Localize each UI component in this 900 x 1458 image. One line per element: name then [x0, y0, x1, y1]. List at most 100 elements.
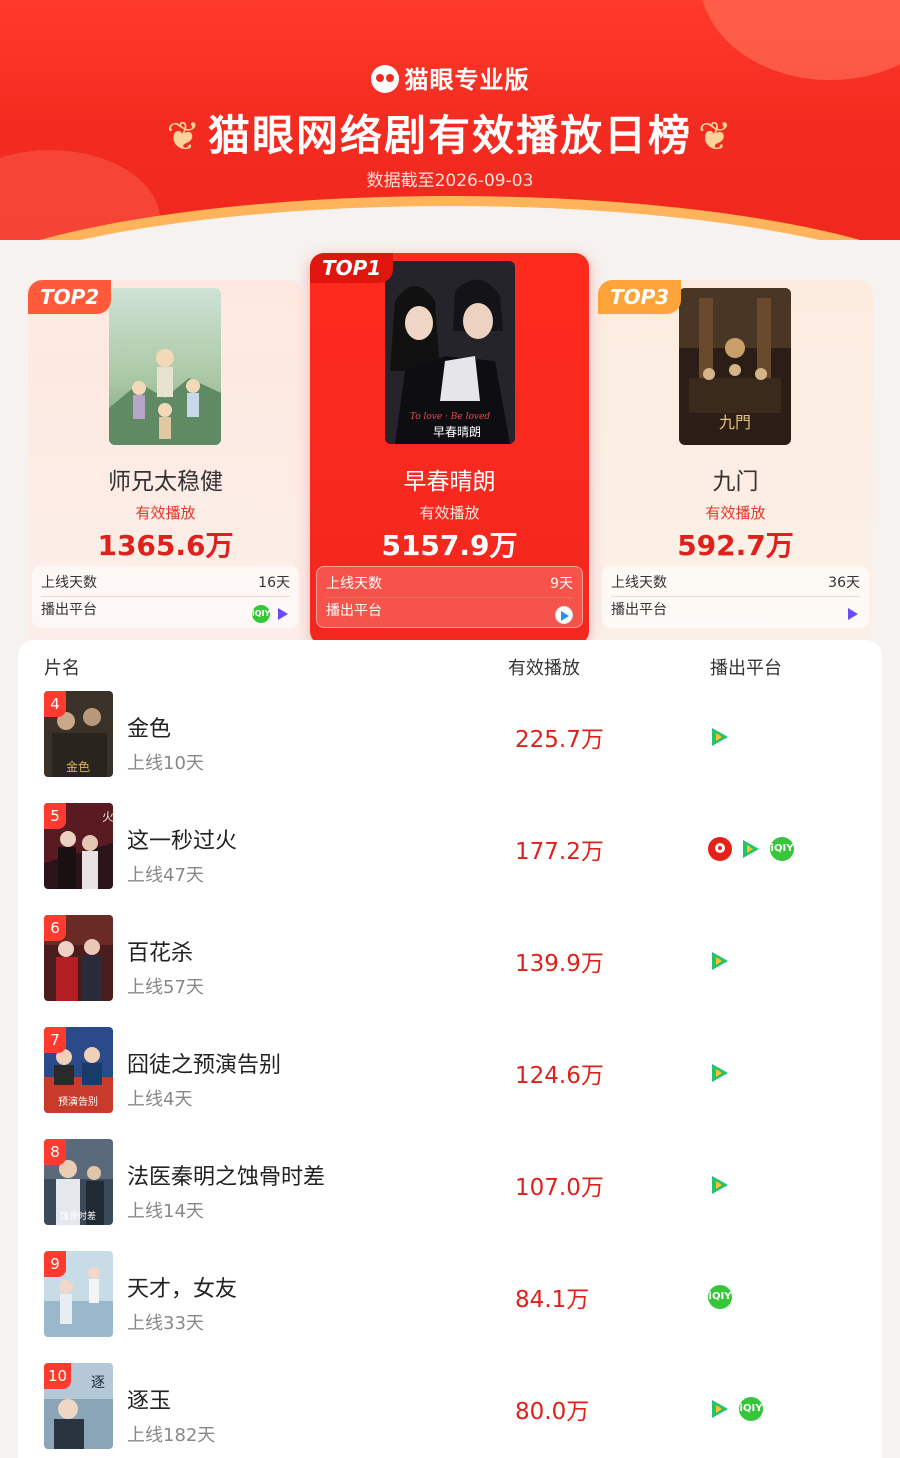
- platform-row: 播出平台 iQIY: [41, 596, 290, 623]
- svg-text:金色: 金色: [66, 759, 90, 774]
- list-item[interactable]: 预演告别 7 囧徒之预演告别 上线4天 124.6万: [18, 1027, 882, 1139]
- play-label: 有效播放: [705, 504, 766, 522]
- list-item[interactable]: 金色 4 金色 上线10天 225.7万: [18, 691, 882, 803]
- brand: 猫眼专业版: [0, 60, 900, 95]
- youku-icon: [555, 606, 573, 624]
- iqiyi-icon: iQIY: [252, 605, 270, 623]
- days-value: 16天: [258, 575, 290, 591]
- poster-image: To love · Be loved 早春晴朗: [385, 261, 515, 444]
- platform-label: 播出平台: [326, 603, 382, 619]
- drama-title: 囧徒之预演告别: [127, 1053, 282, 1078]
- rank-badge: 6: [44, 915, 66, 941]
- top2-card[interactable]: TOP2 师兄太稳健 有效播放 1365.6万 上线天数 16天 播出平台 iQ…: [28, 280, 303, 645]
- info-box: 上线天数 9天 播出平台: [316, 566, 583, 628]
- platform-icons: [549, 602, 573, 624]
- svg-text:蚀骨时差: 蚀骨时差: [60, 1210, 96, 1222]
- drama-title: 百花杀: [127, 941, 194, 966]
- brand-name: 猫眼专业版: [404, 66, 530, 94]
- platform-icons: [708, 1173, 739, 1197]
- iqiyi-icon: iQIY: [708, 1285, 732, 1309]
- days-label: 上线天数: [326, 576, 382, 592]
- mango-tv-icon: [846, 606, 860, 622]
- platform-label: 播出平台: [611, 602, 667, 618]
- days-value: 36天: [828, 575, 860, 591]
- platform-icons: iQIY: [246, 601, 290, 623]
- platform-icons: [708, 1061, 739, 1085]
- svg-text:九門: 九門: [719, 413, 751, 432]
- days-online: 上线57天: [127, 977, 204, 998]
- laurel-left-icon: ❦: [166, 114, 202, 160]
- platform-label: 播出平台: [41, 602, 97, 618]
- platform-icons: iQIY: [708, 837, 801, 861]
- rank-badge: 9: [44, 1251, 66, 1277]
- svg-text:逐: 逐: [91, 1375, 105, 1391]
- days-online: 上线14天: [127, 1201, 204, 1222]
- top1-card[interactable]: To love · Be loved 早春晴朗 TOP1 早春晴朗 有效播放 5…: [310, 253, 589, 645]
- days-row: 上线天数 9天: [326, 571, 573, 597]
- platform-icons: [840, 601, 860, 622]
- poster-image: [109, 288, 221, 445]
- header-platform: 播出平台: [710, 658, 782, 679]
- days-value: 9天: [550, 576, 573, 592]
- youku-icon: [708, 837, 732, 861]
- play-value: 124.6万: [515, 1063, 604, 1089]
- tencent-video-icon: [708, 949, 732, 973]
- days-online: 上线182天: [127, 1425, 216, 1446]
- days-online: 上线47天: [127, 865, 204, 886]
- svg-text:火: 火: [102, 810, 113, 824]
- rank-badge: 7: [44, 1027, 66, 1053]
- days-label: 上线天数: [611, 575, 667, 591]
- rank-tag: TOP2: [28, 280, 112, 314]
- days-row: 上线天数 36天: [611, 570, 860, 596]
- list-item[interactable]: 火 5 这一秒过火 上线47天 177.2万 iQIY: [18, 803, 882, 915]
- iqiyi-icon: iQIY: [739, 1397, 763, 1421]
- drama-title: 金色: [127, 717, 172, 742]
- tencent-video-icon: [708, 1061, 732, 1085]
- header-play: 有效播放: [508, 658, 580, 679]
- header-banner: 猫眼专业版 ❦ 猫眼网络剧有效播放日榜 ❦ 数据截至2026-09-03: [0, 0, 900, 240]
- header-name: 片名: [44, 658, 80, 679]
- top3-card[interactable]: 九門 TOP3 九门 有效播放 592.7万 上线天数 36天 播出平台: [598, 280, 873, 645]
- rank-tag: TOP1: [310, 253, 394, 283]
- rank-tag: TOP3: [598, 280, 682, 314]
- info-box: 上线天数 16天 播出平台 iQIY: [32, 566, 299, 628]
- days-online: 上线10天: [127, 753, 204, 774]
- play-value: 177.2万: [515, 839, 604, 865]
- platform-row: 播出平台: [326, 597, 573, 624]
- data-date: 数据截至2026-09-03: [366, 171, 534, 191]
- play-value: 225.7万: [515, 727, 604, 753]
- iqiyi-icon: iQIY: [770, 837, 794, 861]
- days-online: 上线33天: [127, 1313, 204, 1334]
- tencent-video-icon: [739, 837, 763, 861]
- page-title: ❦ 猫眼网络剧有效播放日榜 ❦: [0, 102, 900, 163]
- play-value: 80.0万: [515, 1399, 590, 1425]
- svg-text:早春晴朗: 早春晴朗: [433, 425, 481, 439]
- list-item[interactable]: 逐 10 逐玉 上线182天 80.0万 iQIY: [18, 1363, 882, 1458]
- poster-image: 九門: [679, 288, 791, 445]
- platform-icons: iQIY: [708, 1397, 770, 1421]
- drama-title: 九门: [712, 469, 759, 495]
- ranking-list: 片名 有效播放 播出平台 金色 4 金色 上线10天 225.7万 火 5 这一…: [18, 640, 882, 1458]
- rank-badge: 8: [44, 1139, 66, 1165]
- drama-title: 天才，女友: [127, 1277, 238, 1302]
- days-label: 上线天数: [41, 575, 97, 591]
- platform-icons: [708, 949, 739, 973]
- days-online: 上线4天: [127, 1089, 193, 1110]
- play-value: 1365.6万: [97, 529, 234, 562]
- list-item[interactable]: 蚀骨时差 8 法医秦明之蚀骨时差 上线14天 107.0万: [18, 1139, 882, 1251]
- drama-title: 早春晴朗: [403, 469, 496, 495]
- platform-icons: iQIY: [708, 1285, 739, 1309]
- list-item[interactable]: 6 百花杀 上线57天 139.9万: [18, 915, 882, 1027]
- play-value: 592.7万: [677, 529, 794, 562]
- mango-tv-icon: [276, 606, 290, 622]
- play-label: 有效播放: [419, 504, 480, 522]
- page-title-text: 猫眼网络剧有效播放日榜: [207, 111, 692, 160]
- list-item[interactable]: 9 天才，女友 上线33天 84.1万 iQIY: [18, 1251, 882, 1363]
- rank-badge: 5: [44, 803, 66, 829]
- platform-icons: [708, 725, 739, 749]
- play-label: 有效播放: [135, 504, 196, 522]
- drama-title: 师兄太稳健: [108, 469, 223, 495]
- play-value: 84.1万: [515, 1287, 590, 1313]
- rank-badge: 4: [44, 691, 66, 717]
- drama-title: 这一秒过火: [127, 829, 238, 854]
